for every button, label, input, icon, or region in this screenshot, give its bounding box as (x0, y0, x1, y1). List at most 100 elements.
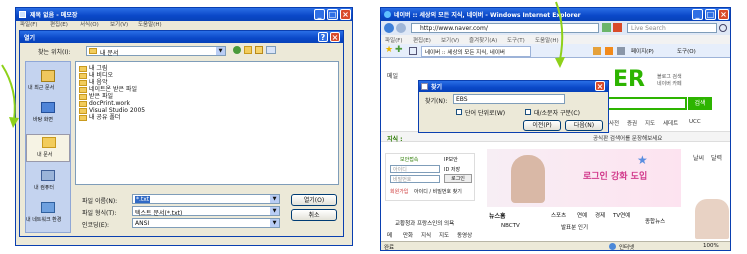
match-case-checkbox[interactable] (525, 109, 531, 115)
login-button[interactable]: 로그인 (444, 174, 472, 183)
signup-link[interactable]: 회원가입 (390, 188, 408, 195)
news-home[interactable]: 뉴스홈 (489, 211, 506, 220)
news-item[interactable]: 교황청과 프랑스인의 의욕 (395, 219, 454, 227)
print-icon[interactable] (617, 47, 625, 55)
refresh-icon[interactable] (602, 23, 611, 32)
news-item[interactable]: NBCTV (501, 223, 520, 229)
whole-word-checkbox[interactable] (456, 109, 462, 115)
up-folder-icon[interactable] (244, 46, 252, 54)
chevron-down-icon[interactable]: ▼ (270, 219, 279, 227)
maximize-icon[interactable]: □ (327, 9, 338, 20)
minimize-icon[interactable]: _ (314, 9, 325, 20)
prev-button[interactable]: 이전(P) (523, 120, 561, 131)
chevron-down-icon[interactable]: ▼ (270, 207, 279, 215)
promo-label[interactable]: 공식판 검색어를 문장해보세요 (593, 134, 662, 142)
menu-help[interactable]: 도움말(H) (138, 21, 162, 30)
menu-format[interactable]: 서식(O) (80, 21, 99, 30)
nav-link[interactable]: UCC (689, 119, 701, 125)
news-tab[interactable]: TV연예 (613, 211, 630, 219)
filename-field[interactable]: *.txt ▼ (132, 194, 280, 204)
views-menu-icon[interactable] (266, 46, 276, 54)
menu-view[interactable]: 보기(V) (441, 36, 459, 44)
places-computer[interactable]: 내 컴퓨터 (26, 170, 70, 196)
password-field[interactable]: 비밀번호 (390, 175, 440, 183)
nav-link[interactable]: 사전 (609, 119, 619, 127)
category-item[interactable]: 동영상 (457, 231, 472, 239)
search-input[interactable]: Live Search (627, 23, 717, 33)
close-icon[interactable]: × (718, 9, 729, 20)
news-item[interactable]: 발표분 인기 (561, 223, 588, 231)
category-item[interactable]: 메 (387, 231, 392, 239)
side-link-blog[interactable]: 블로그 검색 (657, 73, 682, 80)
places-recent[interactable]: 내 최근 문서 (26, 70, 70, 96)
next-button[interactable]: 다음(N) (565, 120, 603, 131)
close-icon[interactable]: × (340, 9, 351, 20)
search-button[interactable]: 검색 (688, 97, 712, 110)
list-item[interactable]: 받은 파일 (79, 93, 113, 100)
list-item[interactable]: 내 공유 폴더 (79, 114, 120, 121)
tools-menu[interactable]: 도구(O) (677, 47, 696, 55)
add-favorite-icon[interactable]: ✚ (395, 46, 403, 55)
category-item[interactable]: 만화 (403, 231, 413, 239)
list-item[interactable]: Visual Studio 2005 (79, 107, 145, 114)
id-field[interactable]: 아이디 (390, 165, 440, 173)
find-id-link[interactable]: 아이디 / 비밀번호 찾기 (414, 188, 462, 195)
chevron-down-icon[interactable]: ▼ (216, 47, 225, 55)
tab-grid-icon[interactable] (409, 47, 417, 55)
new-folder-icon[interactable] (255, 46, 263, 54)
back-icon[interactable] (384, 23, 394, 33)
maximize-icon[interactable]: □ (705, 9, 716, 20)
encoding-select[interactable]: ANSI ▼ (132, 218, 280, 228)
tab-naver[interactable]: 네이버 :: 세상의 모든 지식, 네이버 (421, 46, 531, 57)
side-link-cafe[interactable]: 네이버 카페 (657, 80, 682, 87)
open-button[interactable]: 열기(O) (291, 194, 337, 206)
category-item[interactable]: 지식 (421, 231, 431, 239)
nav-link[interactable]: 지도 (645, 119, 655, 127)
list-item[interactable]: 네이트온 받은 파일 (79, 86, 137, 93)
menu-edit[interactable]: 편집(E) (413, 36, 431, 44)
find-close-icon[interactable]: × (595, 81, 605, 91)
menu-file[interactable]: 파일(F) (20, 21, 38, 30)
list-item[interactable]: 내 음악 (79, 79, 107, 86)
places-mydocs[interactable]: 내 문서 (26, 134, 70, 162)
feeds-icon[interactable] (605, 47, 613, 55)
menu-edit[interactable]: 편집(E) (50, 21, 68, 30)
menu-file[interactable]: 파일(F) (385, 36, 403, 44)
menu-tools[interactable]: 도구(T) (507, 36, 525, 44)
banner-ad[interactable]: 로그인 강화 도입 ★ (487, 149, 681, 207)
forward-icon[interactable] (396, 23, 406, 33)
nav-link[interactable]: 세데트 (663, 119, 678, 127)
list-item[interactable]: 내 그림 (79, 65, 107, 72)
page-menu[interactable]: 페이지(P) (631, 47, 654, 55)
nav-link[interactable]: 증권 (627, 119, 637, 127)
category-item[interactable]: 지도 (439, 231, 449, 239)
news-tab[interactable]: 연예 (577, 211, 587, 219)
places-desktop[interactable]: 바탕 화면 (26, 102, 70, 128)
search-icon[interactable] (719, 24, 727, 32)
stop-icon[interactable] (613, 23, 622, 32)
help-icon[interactable]: ? (318, 32, 328, 42)
back-icon[interactable] (233, 46, 241, 54)
menu-favorites[interactable]: 즐겨찾기(A) (469, 36, 497, 44)
list-item[interactable]: docPrint.work (79, 100, 130, 107)
news-tab[interactable]: 스포츠 (551, 211, 566, 219)
menu-view[interactable]: 보기(V) (110, 21, 128, 30)
home-icon[interactable] (593, 47, 601, 55)
news-tab[interactable]: 경제 (595, 211, 605, 219)
favorites-star-icon[interactable]: ★ (385, 46, 393, 55)
places-network[interactable]: 내 네트워크 환경 (26, 202, 70, 228)
find-input[interactable]: EBS (453, 94, 565, 104)
list-item[interactable]: 내 비디오 (79, 72, 113, 79)
filetype-select[interactable]: 텍스트 문서(*.txt) ▼ (132, 206, 280, 217)
save-id-label[interactable]: ID 저장 (444, 166, 460, 173)
zoom-level[interactable]: 100% (703, 243, 719, 249)
chevron-down-icon[interactable]: ▼ (270, 195, 279, 203)
cancel-button[interactable]: 취소 (291, 209, 337, 221)
news-more[interactable]: 종합뉴스 (645, 217, 665, 225)
minimize-icon[interactable]: _ (692, 9, 703, 20)
weather-widget[interactable]: 날씨 (693, 153, 704, 162)
file-list[interactable]: 내 그림 내 비디오 내 음악 네이트온 받은 파일 받은 파일 docPrin… (75, 61, 339, 185)
dialog-close-icon[interactable]: × (330, 32, 340, 42)
location-select[interactable]: 내 문서 ▼ (86, 46, 226, 57)
calendar-widget[interactable]: 달력 (711, 153, 722, 162)
